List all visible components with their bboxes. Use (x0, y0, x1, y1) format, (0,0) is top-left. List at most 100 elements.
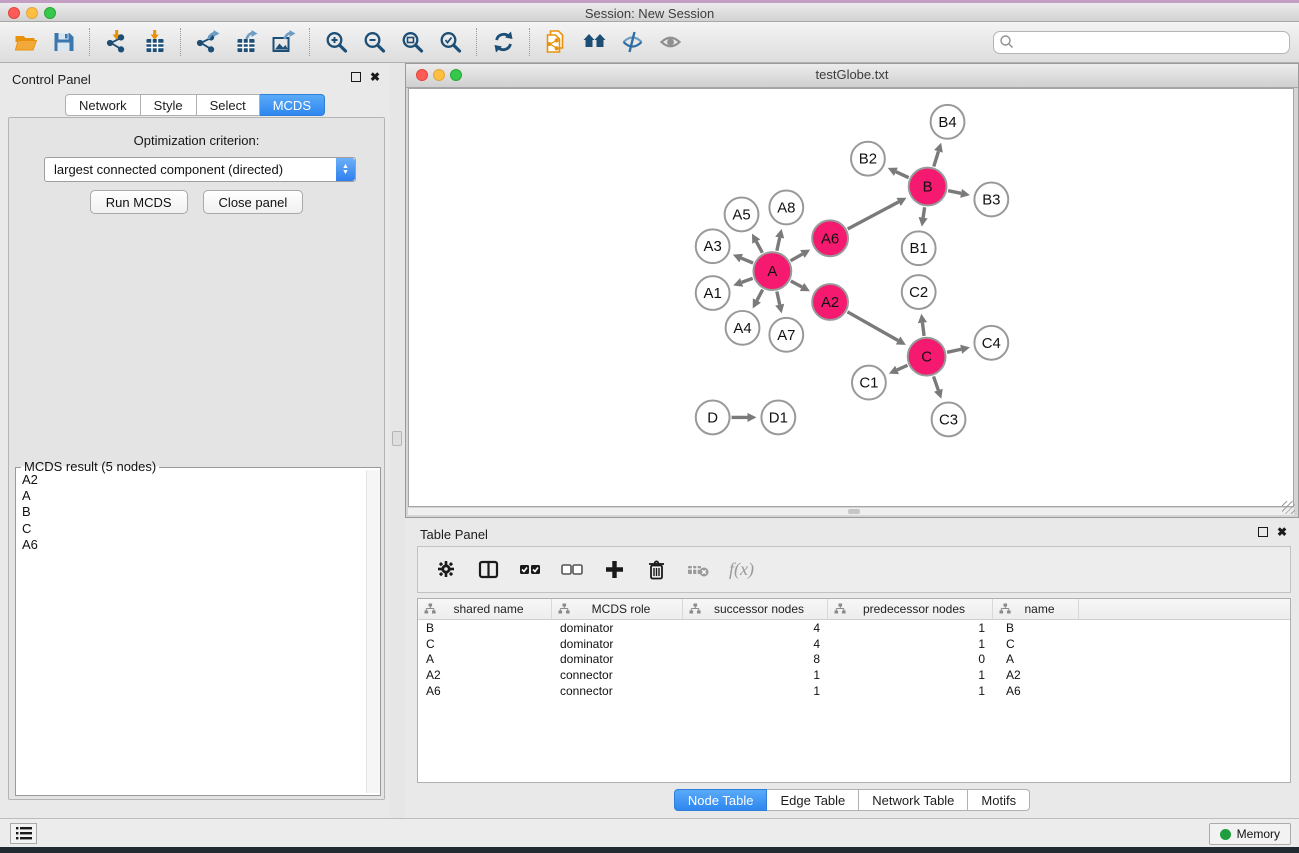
search-input[interactable] (1015, 33, 1289, 51)
home-button[interactable] (575, 25, 613, 59)
edge-A2-C[interactable] (847, 312, 898, 341)
edge-A-A5[interactable] (756, 242, 762, 253)
import-table-button[interactable] (135, 25, 173, 59)
open-file-button[interactable] (6, 25, 44, 59)
column-header-shared-name[interactable]: shared name (418, 599, 552, 619)
table-row[interactable]: A6connector11A6 (418, 683, 1290, 699)
resize-grip-icon[interactable] (1282, 501, 1295, 514)
table-row[interactable]: Bdominator41B (418, 620, 1290, 636)
table-cell[interactable]: A2 (418, 668, 552, 682)
edge-C-C4[interactable] (947, 349, 961, 352)
network-hscrollbar[interactable] (408, 508, 1294, 515)
edge-C-C3[interactable] (934, 376, 939, 390)
table-cell[interactable]: connector (552, 684, 683, 698)
export-image-button[interactable] (264, 25, 302, 59)
split-columns-button[interactable] (477, 558, 500, 581)
table-row[interactable]: A2connector11A2 (418, 667, 1290, 683)
duplicate-network-button[interactable] (537, 25, 575, 59)
table-cell[interactable]: 1 (683, 684, 828, 698)
edge-A-A7[interactable] (777, 292, 780, 305)
edge-A-A1[interactable] (742, 278, 753, 282)
hide-graphics-button[interactable] (613, 25, 651, 59)
table-cell[interactable]: 8 (683, 652, 828, 666)
result-scrollbar[interactable] (366, 470, 380, 793)
table-cell[interactable]: 0 (828, 652, 993, 666)
edge-A-A3[interactable] (741, 258, 753, 263)
zoom-in-button[interactable] (317, 25, 355, 59)
mcds-result-item[interactable]: A6 (16, 537, 365, 553)
refresh-button[interactable] (484, 25, 522, 59)
table-cell[interactable]: dominator (552, 621, 683, 635)
run-mcds-button[interactable]: Run MCDS (90, 190, 188, 214)
tab-node-table[interactable]: Node Table (674, 789, 768, 811)
table-cell[interactable]: B (418, 621, 552, 635)
table-cell[interactable]: A6 (993, 684, 1079, 698)
edge-A-A2[interactable] (791, 281, 802, 287)
table-cell[interactable]: dominator (552, 637, 683, 651)
edge-A-A4[interactable] (757, 290, 763, 301)
tab-select[interactable]: Select (197, 94, 260, 116)
column-header-successor-nodes[interactable]: successor nodes (683, 599, 828, 619)
tab-edge-table[interactable]: Edge Table (767, 789, 859, 811)
zoom-out-button[interactable] (355, 25, 393, 59)
column-header-name[interactable]: name (993, 599, 1079, 619)
mcds-result-item[interactable]: A (16, 488, 365, 504)
table-cell[interactable]: 1 (828, 637, 993, 651)
save-button[interactable] (44, 25, 82, 59)
select-all-columns-button[interactable] (519, 558, 542, 581)
edge-B-B4[interactable] (934, 151, 939, 166)
tab-style[interactable]: Style (141, 94, 197, 116)
tab-network[interactable]: Network (65, 94, 141, 116)
table-row[interactable]: Adominator80A (418, 651, 1290, 667)
show-graphics-button[interactable] (651, 25, 689, 59)
edge-A6-B[interactable] (848, 202, 899, 229)
table-cell[interactable]: A2 (993, 668, 1079, 682)
table-cell[interactable]: C (993, 637, 1079, 651)
table-row[interactable]: Cdominator41C (418, 636, 1290, 652)
settings-gear-button[interactable] (435, 558, 458, 581)
close-panel-icon[interactable]: ✖ (370, 72, 380, 82)
table-cell[interactable]: 1 (683, 668, 828, 682)
close-table-panel-icon[interactable]: ✖ (1277, 527, 1287, 537)
divider-handle[interactable] (392, 431, 402, 446)
split-pane-divider[interactable] (390, 63, 405, 818)
mcds-result-item[interactable]: B (16, 504, 365, 520)
edge-B-B1[interactable] (923, 207, 925, 217)
table-cell[interactable]: 4 (683, 621, 828, 635)
table-cell[interactable]: C (418, 637, 552, 651)
tab-mcds[interactable]: MCDS (260, 94, 325, 116)
edge-B-B2[interactable] (896, 172, 909, 178)
criterion-select[interactable]: largest connected component (directed) ▲… (44, 157, 356, 182)
export-network-button[interactable] (188, 25, 226, 59)
table-cell[interactable]: 4 (683, 637, 828, 651)
import-network-button[interactable] (97, 25, 135, 59)
table-cell[interactable]: A (993, 652, 1079, 666)
network-hscrollbar-thumb[interactable] (848, 509, 860, 514)
edge-C-C2[interactable] (922, 323, 924, 336)
search-field[interactable] (993, 31, 1290, 54)
delete-column-button[interactable] (645, 558, 668, 581)
task-history-button[interactable] (10, 823, 37, 844)
unselect-all-columns-button[interactable] (561, 558, 584, 581)
add-column-button[interactable] (603, 558, 626, 581)
export-table-button[interactable] (226, 25, 264, 59)
mcds-result-item[interactable]: C (16, 521, 365, 537)
network-canvas[interactable]: A5A8A3A1A4A7AA6A2B2B4BB3B1C2C4CC1C3DD1 (408, 88, 1294, 507)
zoom-fit-button[interactable] (393, 25, 431, 59)
column-header-predecessor-nodes[interactable]: predecessor nodes (828, 599, 993, 619)
float-table-panel-icon[interactable] (1258, 527, 1268, 537)
close-panel-button[interactable]: Close panel (203, 190, 304, 214)
table-cell[interactable]: A (418, 652, 552, 666)
zoom-selected-button[interactable] (431, 25, 469, 59)
memory-button[interactable]: Memory (1209, 823, 1291, 845)
edge-B-B3[interactable] (948, 191, 961, 194)
table-cell[interactable]: B (993, 621, 1079, 635)
edge-A-A8[interactable] (777, 238, 780, 251)
table-cell[interactable]: 1 (828, 684, 993, 698)
table-cell[interactable]: connector (552, 668, 683, 682)
column-header-MCDS-role[interactable]: MCDS role (552, 599, 683, 619)
tab-motifs[interactable]: Motifs (968, 789, 1030, 811)
edge-A-A6[interactable] (791, 254, 803, 261)
table-cell[interactable]: 1 (828, 621, 993, 635)
mcds-result-item[interactable]: A2 (16, 472, 365, 488)
